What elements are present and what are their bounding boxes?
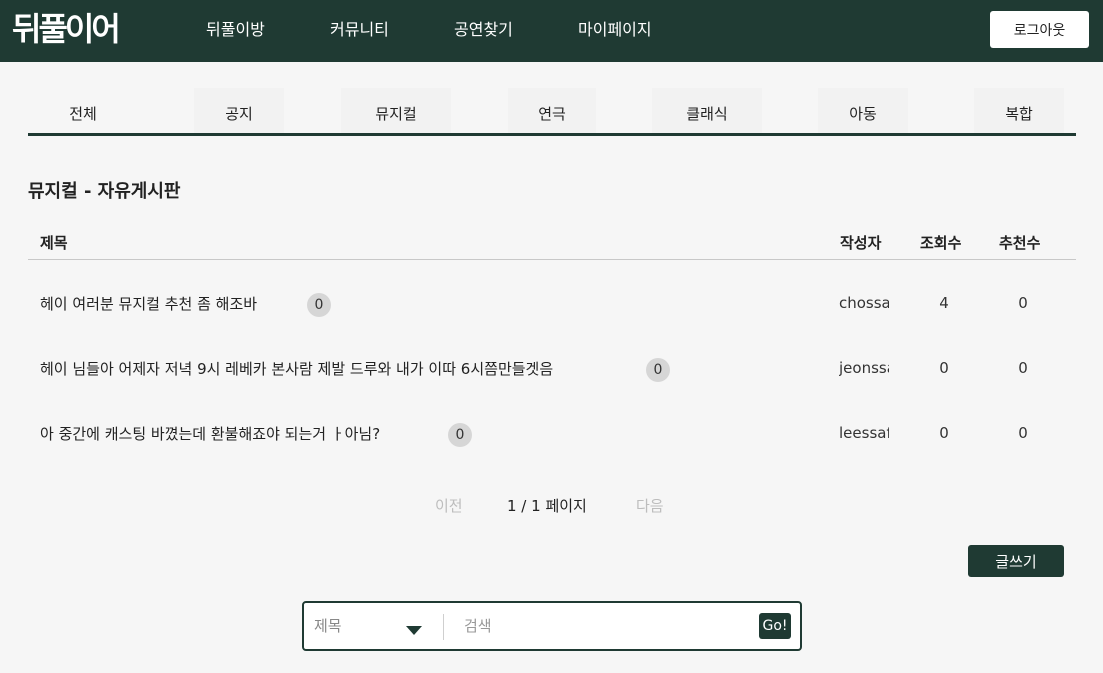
nav-item-mypage[interactable]: 마이페이지 — [578, 20, 652, 40]
caret-down-icon — [406, 626, 422, 635]
post-author: leessaf — [839, 424, 889, 442]
table-row: 헤이 여러분 뮤지컬 추천 좀 해조바 0 chossa 4 0 — [28, 285, 1076, 325]
column-title: 제목 — [40, 234, 68, 252]
post-title-link[interactable]: 헤이 여러분 뮤지컬 추천 좀 해조바 — [40, 293, 257, 314]
post-author: jeonssa — [839, 359, 889, 377]
post-author: chossa — [839, 294, 889, 312]
tab-classic[interactable]: 클래식 — [652, 88, 762, 133]
column-author: 작성자 — [840, 234, 882, 252]
post-title-link[interactable]: 아 중간에 캐스팅 바꼈는데 환불해죠야 되는거 ㅏ아님? — [40, 423, 380, 444]
comment-count-badge: 0 — [307, 293, 331, 317]
site-logo[interactable]: 뒤풀이어 — [12, 9, 121, 49]
pagination-prev[interactable]: 이전 — [435, 495, 463, 516]
top-navbar: 뒤풀이어 뒤풀이방 커뮤니티 공연찾기 마이페이지 로그아웃 — [0, 0, 1103, 62]
table-header: 제목 작성자 조회수 추천수 — [28, 224, 1076, 260]
post-views: 0 — [939, 424, 949, 442]
column-likes: 추천수 — [999, 234, 1041, 252]
tab-notice[interactable]: 공지 — [194, 88, 284, 133]
nav-item-find-show[interactable]: 공연찾기 — [454, 20, 513, 40]
table-row: 헤이 님들아 어제자 저녁 9시 레베카 본사람 제발 드루와 내가 이따 6시… — [28, 350, 1076, 390]
pagination-next[interactable]: 다음 — [636, 495, 664, 516]
post-views: 0 — [939, 359, 949, 377]
pagination-info: 1 / 1 페이지 — [507, 497, 587, 515]
board-title: 뮤지컬 - 자유게시판 — [28, 181, 181, 202]
write-post-button[interactable]: 글쓰기 — [968, 545, 1064, 577]
comment-count-badge: 0 — [646, 358, 670, 382]
post-likes: 0 — [1018, 424, 1028, 442]
post-views: 4 — [939, 294, 949, 312]
category-tabs: 전체 공지 뮤지컬 연극 클래식 아동 복합 — [28, 88, 1076, 136]
search-input[interactable] — [454, 611, 754, 641]
tab-musical[interactable]: 뮤지컬 — [341, 88, 451, 133]
tab-play[interactable]: 연극 — [508, 88, 596, 133]
tab-kids[interactable]: 아동 — [818, 88, 908, 133]
table-row: 아 중간에 캐스팅 바꼈는데 환불해죠야 되는거 ㅏ아님? 0 leessaf … — [28, 415, 1076, 455]
logout-button[interactable]: 로그아웃 — [990, 11, 1089, 48]
post-likes: 0 — [1018, 359, 1028, 377]
comment-count-badge: 0 — [448, 423, 472, 447]
search-bar: 제목 Go! — [302, 601, 802, 651]
column-views: 조회수 — [920, 234, 962, 252]
nav-item-afterparty[interactable]: 뒤풀이방 — [206, 20, 265, 40]
nav-item-community[interactable]: 커뮤니티 — [330, 20, 389, 40]
post-likes: 0 — [1018, 294, 1028, 312]
search-go-button[interactable]: Go! — [759, 613, 791, 639]
tab-all[interactable]: 전체 — [28, 88, 138, 133]
tab-mixed[interactable]: 복합 — [974, 88, 1064, 133]
post-title-link[interactable]: 헤이 님들아 어제자 저녁 9시 레베카 본사람 제발 드루와 내가 이따 6시… — [40, 358, 553, 379]
divider — [443, 614, 444, 640]
search-filter-value: 제목 — [314, 617, 342, 635]
